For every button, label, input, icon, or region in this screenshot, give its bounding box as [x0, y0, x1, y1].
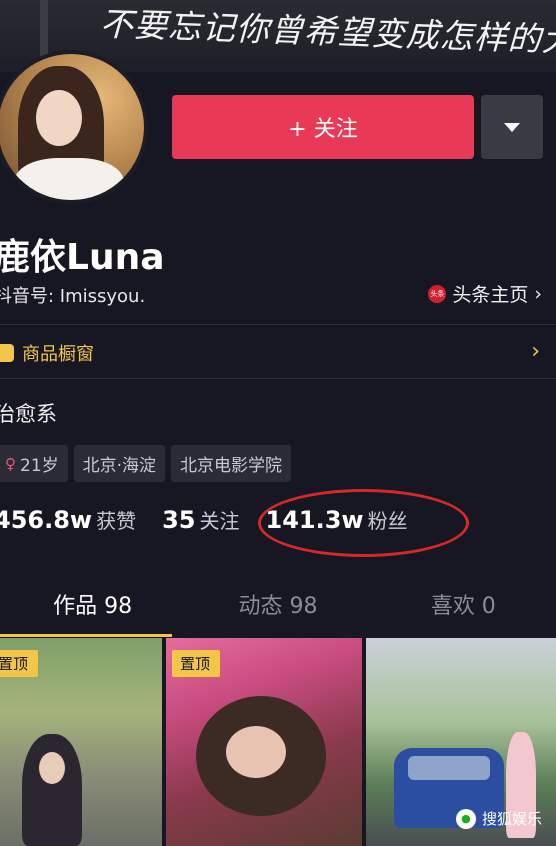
watermark: ● 搜狐娱乐 — [455, 808, 542, 829]
follow-button-label: + 关注 — [288, 117, 358, 142]
pinned-badge: 置顶 — [172, 650, 221, 677]
divider — [0, 378, 556, 379]
tab-likes[interactable]: 喜欢 0 — [371, 588, 556, 626]
tab-dynamics[interactable]: 动态 98 — [185, 588, 370, 626]
thumbnail-car-window — [408, 756, 490, 780]
watermark-label: 搜狐娱乐 — [481, 810, 542, 828]
thumbnail-figure — [196, 696, 326, 816]
tag-school: 北京电影学院 — [171, 445, 292, 482]
chevron-right-icon[interactable]: › — [531, 339, 540, 364]
tag-location: 北京·海淀 — [73, 445, 166, 482]
bio-text: 治愈系 — [0, 402, 57, 426]
stat-likes-label: 获赞 — [96, 509, 137, 533]
thumbnail-figure — [22, 734, 82, 846]
tag-school-label: 北京电影学院 — [180, 456, 283, 476]
tab-works[interactable]: 作品 98 — [0, 588, 185, 626]
stat-following-number: 35 — [162, 506, 196, 534]
toutiao-label: 头条主页 — [452, 284, 529, 306]
thumbnail-face — [226, 726, 286, 778]
triangle-down-icon — [504, 122, 520, 132]
shop-icon — [0, 344, 14, 362]
douyin-id: 抖音号: Imissyou. — [0, 286, 146, 307]
profile-tags: ♀ 21岁 北京·海淀 北京电影学院 — [0, 445, 292, 482]
stat-following[interactable]: 35 关注 — [162, 505, 239, 534]
avatar[interactable] — [0, 50, 148, 204]
thumbnail-face — [39, 752, 65, 784]
shop-window-link[interactable]: 商品橱窗 — [0, 340, 94, 366]
content-tabs: 作品 98 动态 98 喜欢 0 — [0, 588, 556, 626]
divider — [0, 324, 556, 325]
female-icon: ♀ — [5, 454, 16, 473]
avatar-face — [36, 90, 82, 146]
video-thumbnail[interactable]: 置顶 — [166, 638, 362, 846]
highlight-circle — [258, 489, 469, 557]
pinned-badge: 置顶 — [0, 650, 39, 677]
stat-likes: 456.8w 获赞 — [0, 505, 136, 534]
tag-age: ♀ 21岁 — [0, 445, 68, 482]
tag-location-label: 北京·海淀 — [82, 456, 157, 476]
active-tab-indicator — [0, 634, 172, 637]
profile-name: 鹿依Luna — [0, 237, 165, 278]
video-thumbnail[interactable]: 置顶 — [0, 638, 162, 846]
toutiao-logo-icon: 头条 — [428, 284, 447, 303]
tag-age-label: 21岁 — [20, 456, 59, 476]
banner-text: 不要忘记你曾希望变成怎样的大人 — [99, 4, 556, 61]
wechat-icon: ● — [455, 808, 476, 829]
chevron-right-icon: › — [534, 282, 542, 305]
more-options-button[interactable] — [481, 95, 543, 159]
stat-likes-number: 456.8w — [0, 506, 93, 534]
shop-label: 商品橱窗 — [22, 344, 94, 365]
stat-following-label: 关注 — [199, 509, 240, 533]
avatar-shirt — [14, 158, 124, 200]
toutiao-homepage-link[interactable]: 头条 头条主页 › — [428, 280, 542, 307]
follow-button[interactable]: + 关注 — [172, 95, 474, 159]
